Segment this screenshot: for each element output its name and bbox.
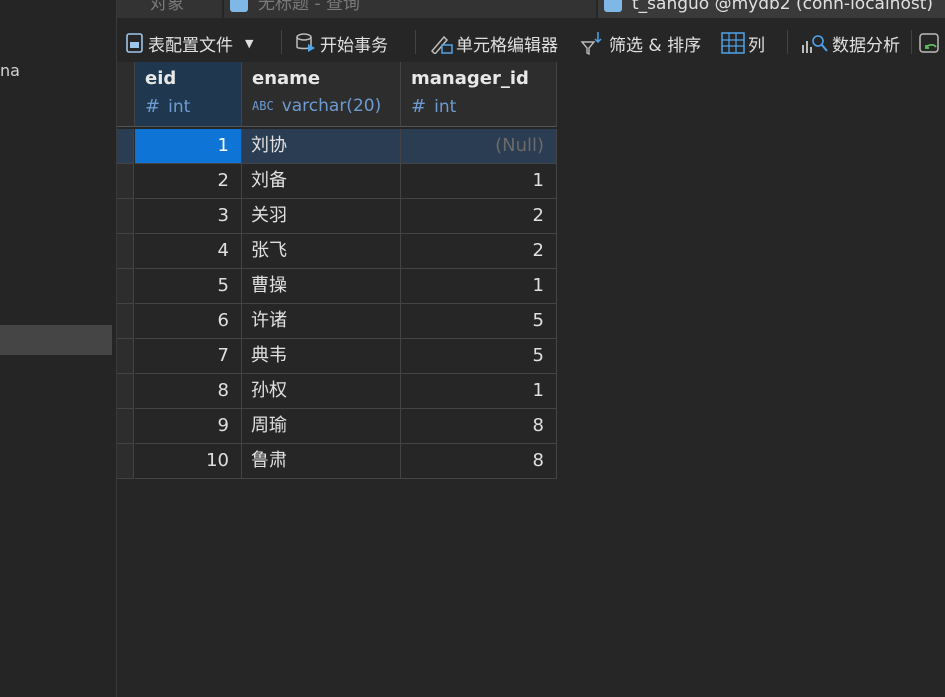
- cell-manager-id[interactable]: 1: [401, 164, 557, 199]
- cell-eid[interactable]: 2: [135, 164, 242, 199]
- row-indicator[interactable]: [117, 199, 134, 234]
- hash-icon: #: [145, 96, 161, 117]
- tab-objects-label: 对象: [150, 0, 184, 14]
- row-indicator[interactable]: [117, 374, 134, 409]
- cell-eid[interactable]: 1: [135, 129, 242, 164]
- cell-ename[interactable]: 刘备: [242, 164, 401, 199]
- row-indicator-header: [117, 62, 135, 127]
- cell-manager-id[interactable]: 5: [401, 304, 557, 339]
- cell-ename[interactable]: 孙权: [242, 374, 401, 409]
- cell-ename[interactable]: 鲁肃: [242, 444, 401, 479]
- cell-editor-button[interactable]: 单元格编辑器: [429, 30, 558, 56]
- data-analysis-icon: [802, 35, 828, 53]
- toolbar-divider: [911, 30, 912, 54]
- cell-ename[interactable]: 关羽: [242, 199, 401, 234]
- cell-ename[interactable]: 许诸: [242, 304, 401, 339]
- row-indicator[interactable]: [117, 129, 134, 164]
- row-indicator[interactable]: [117, 444, 134, 479]
- cell-manager-id[interactable]: 8: [401, 444, 557, 479]
- cell-ename[interactable]: 张飞: [242, 234, 401, 269]
- column-header-eid[interactable]: eid # int: [135, 62, 242, 127]
- row-indicator[interactable]: [117, 164, 134, 199]
- filter-sort-button[interactable]: 筛选 & 排序: [580, 30, 701, 56]
- filter-sort-label: 筛选 & 排序: [609, 35, 702, 56]
- tab-table-label: t_sanguo @mydb2 (conn-localhost): [604, 0, 933, 17]
- filter-sort-icon: [580, 32, 602, 56]
- query-icon: [230, 0, 248, 12]
- column-name: eid: [145, 68, 177, 89]
- column-header-ename[interactable]: ename ABC varchar(20): [242, 62, 401, 127]
- undo-icon: [919, 33, 939, 53]
- cell-ename[interactable]: 周瑜: [242, 409, 401, 444]
- cell-eid[interactable]: 7: [135, 339, 242, 374]
- cell-eid[interactable]: 9: [135, 409, 242, 444]
- table-icon: [604, 0, 622, 12]
- column-type: int: [434, 96, 457, 117]
- table-config-label: 表配置文件: [148, 35, 233, 56]
- data-analysis-button[interactable]: 数据分析: [801, 30, 900, 56]
- cell-ename[interactable]: 曹操: [242, 269, 401, 304]
- abc-icon: ABC: [252, 99, 274, 113]
- columns-icon: [721, 32, 745, 54]
- cell-manager-id[interactable]: 1: [401, 374, 557, 409]
- column-type: int: [168, 96, 191, 117]
- row-indicator[interactable]: [117, 339, 134, 374]
- cell-manager-id[interactable]: 2: [401, 234, 557, 269]
- cell-manager-id[interactable]: 2: [401, 199, 557, 234]
- chevron-down-icon[interactable]: ▼: [245, 37, 253, 50]
- column-name: ename: [252, 68, 321, 89]
- toolbar-divider: [281, 30, 282, 54]
- tab-query-text: 无标题 - 查询: [258, 0, 360, 14]
- data-analysis-label: 数据分析: [832, 35, 900, 56]
- column-name: manager_id: [411, 68, 529, 89]
- sidebar-selected-item[interactable]: [0, 325, 112, 355]
- columns-button[interactable]: 列: [721, 30, 765, 56]
- hash-icon: #: [411, 96, 427, 117]
- cell-manager-id[interactable]: 1: [401, 269, 557, 304]
- toolbar-divider: [415, 30, 416, 54]
- table-config-button[interactable]: 表配置文件 ▼: [125, 30, 253, 56]
- cell-manager-id[interactable]: 5: [401, 339, 557, 374]
- cell-eid[interactable]: 6: [135, 304, 242, 339]
- cell-ename[interactable]: 典韦: [242, 339, 401, 374]
- row-indicator[interactable]: [117, 234, 134, 269]
- tab-query-label: 无标题 - 查询: [230, 0, 360, 17]
- refresh-button[interactable]: [919, 30, 945, 56]
- column-type: varchar(20): [281, 96, 382, 116]
- row-indicator[interactable]: [117, 409, 134, 444]
- cell-eid[interactable]: 10: [135, 444, 242, 479]
- config-file-icon: [126, 33, 143, 53]
- cell-editor-icon: [430, 35, 453, 54]
- columns-label: 列: [748, 35, 765, 56]
- sidebar-item-label[interactable]: na: [0, 61, 20, 80]
- cell-eid[interactable]: 5: [135, 269, 242, 304]
- row-indicator[interactable]: [117, 269, 134, 304]
- navigator-sidebar: na: [0, 0, 117, 697]
- tab-table-text: t_sanguo @mydb2 (conn-localhost): [632, 0, 934, 14]
- begin-transaction-button[interactable]: 开始事务: [295, 30, 388, 56]
- column-header-manager-id[interactable]: manager_id # int: [401, 62, 557, 127]
- cell-eid[interactable]: 3: [135, 199, 242, 234]
- cell-eid[interactable]: 4: [135, 234, 242, 269]
- cell-editor-label: 单元格编辑器: [456, 35, 558, 56]
- cell-eid[interactable]: 8: [135, 374, 242, 409]
- toolbar-divider: [787, 30, 788, 54]
- begin-transaction-label: 开始事务: [320, 35, 388, 56]
- toolbar: 表配置文件 ▼ 开始事务 单元格编辑器 筛选 & 排序 列 数据分析: [117, 18, 945, 62]
- cell-manager-id[interactable]: 8: [401, 409, 557, 444]
- cell-manager-id[interactable]: (Null): [401, 129, 557, 164]
- cell-ename[interactable]: 刘协: [242, 129, 401, 164]
- transaction-icon: [296, 33, 315, 52]
- row-indicator[interactable]: [117, 304, 134, 339]
